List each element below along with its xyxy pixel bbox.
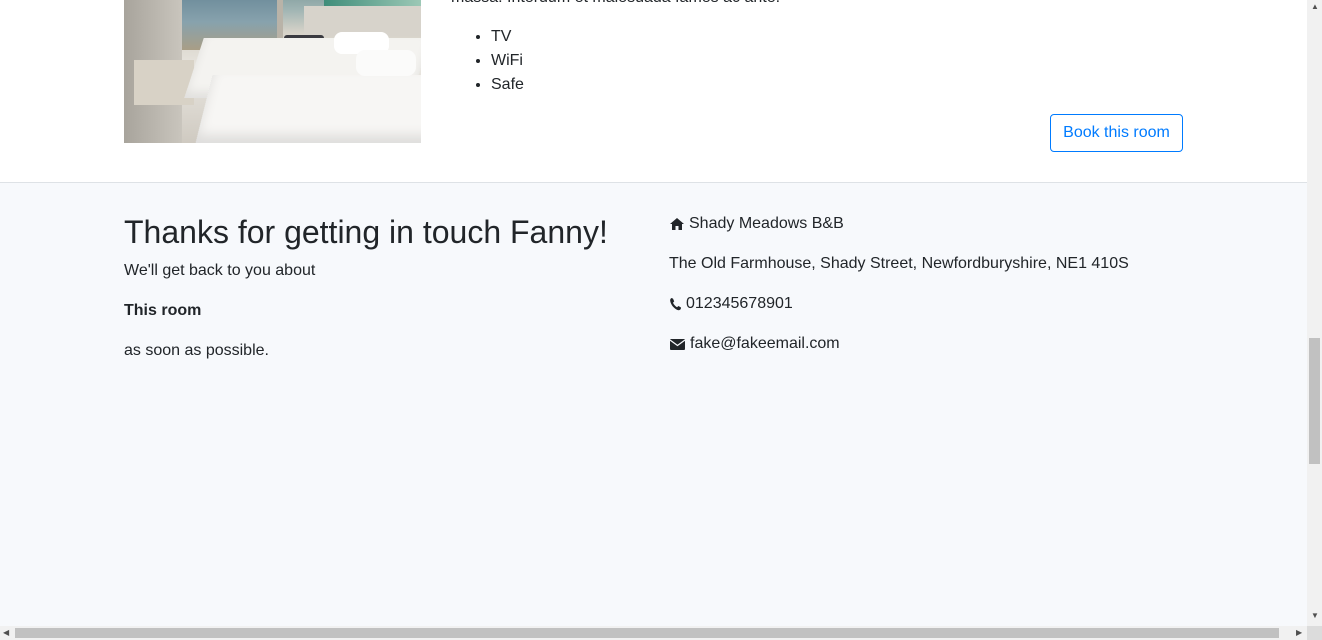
scrollbar-corner [1307,626,1322,640]
page: massa. Interdum et malesuada fames ac an… [0,0,1307,626]
phone-icon [669,296,682,312]
email-line: fake@fakeemail.com [669,332,840,356]
amenity-item: WiFi [491,49,524,73]
horizontal-scrollbar[interactable]: ◀ ▶ [0,626,1322,640]
scroll-left-icon[interactable]: ◀ [3,629,9,637]
phone-line: 012345678901 [669,292,793,316]
amenity-item: Safe [491,73,524,97]
room-section: massa. Interdum et malesuada fames ac an… [0,0,1307,183]
room-description: massa. Interdum et malesuada fames ac an… [451,0,780,10]
business-address: The Old Farmhouse, Shady Street, Newford… [669,255,1129,272]
home-icon [669,216,685,232]
scroll-up-icon[interactable]: ▲ [1311,3,1319,11]
confirmation-subject: This room [124,302,202,319]
confirmation-line: as soon as possible. [124,342,269,359]
business-name-line: Shady Meadows B&B [669,212,844,236]
contact-section: Thanks for getting in touch Fanny! We'll… [0,183,1307,626]
vertical-scrollbar[interactable]: ▲ ▼ [1307,0,1322,626]
confirmation-title: Thanks for getting in touch Fanny! [124,214,608,250]
room-image [124,0,421,143]
confirmation-line: We'll get back to you about [124,262,316,279]
business-name: Shady Meadows B&B [689,215,844,232]
envelope-icon [669,336,686,352]
business-email: fake@fakeemail.com [690,335,840,352]
amenities-list: TV WiFi Safe [451,25,524,97]
scroll-right-icon[interactable]: ▶ [1296,629,1302,637]
horizontal-scroll-thumb[interactable] [15,628,1279,638]
book-room-button[interactable]: Book this room [1050,114,1183,152]
business-phone: 012345678901 [686,295,793,312]
vertical-scroll-thumb[interactable] [1309,338,1320,464]
amenity-item: TV [491,25,524,49]
scroll-down-icon[interactable]: ▼ [1311,612,1319,620]
